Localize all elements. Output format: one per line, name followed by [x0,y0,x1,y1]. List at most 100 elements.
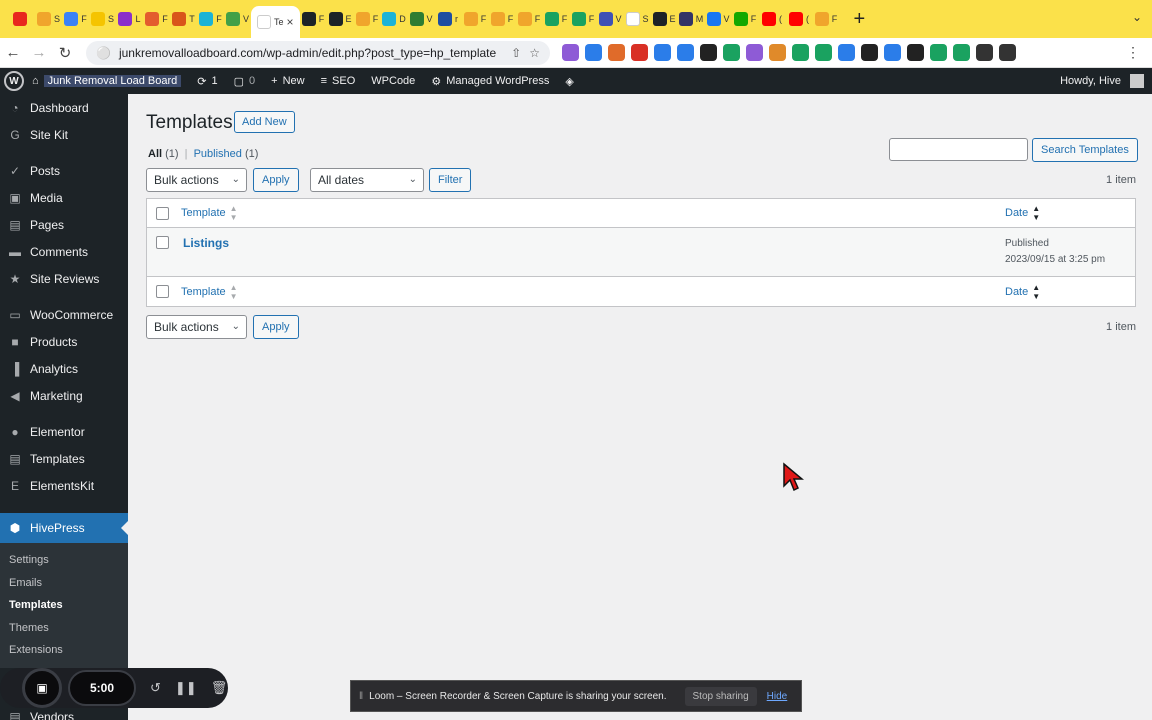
trash-icon[interactable]: 🗑 [211,680,228,696]
browser-tab[interactable]: F [570,5,597,33]
apply-button-bottom[interactable]: Apply [253,315,299,339]
browser-tab[interactable]: F [197,5,224,33]
share-icon[interactable]: ⇧ [511,46,521,60]
browser-tab[interactable]: F [354,5,381,33]
submenu-item-extensions[interactable]: Extensions [0,639,128,662]
bulk-actions-select[interactable]: Bulk actions ⌄ [146,168,247,192]
extension-icon[interactable] [999,44,1016,61]
extension-icon[interactable] [930,44,947,61]
extension-icon[interactable] [631,44,648,61]
more-menu-icon[interactable]: ⋮ [1126,44,1140,61]
submenu-item-themes[interactable]: Themes [0,617,128,640]
extension-icon[interactable] [654,44,671,61]
extension-icon[interactable] [769,44,786,61]
sidebar-item-posts[interactable]: ✓ Posts [0,157,128,184]
browser-tab[interactable]: D [381,5,408,33]
sidebar-item-marketing[interactable]: ◀ Marketing [0,382,128,409]
browser-tab[interactable]: V [705,5,732,33]
extension-icon[interactable] [677,44,694,61]
browser-tab[interactable]: T [170,5,197,33]
browser-tab[interactable]: V [224,5,251,33]
browser-tab[interactable]: F [813,5,840,33]
browser-tab[interactable]: F [462,5,489,33]
sidebar-item-media[interactable]: ▣ Media [0,184,128,211]
template-column-header[interactable]: Template ▲ ▼ [181,204,1005,222]
updates-link[interactable]: ⟳ 1 [189,68,225,94]
comments-link[interactable]: ▢ 0 [226,68,264,94]
select-all-checkbox-footer[interactable] [156,285,169,298]
extension-icon[interactable] [953,44,970,61]
sidebar-item-site-reviews[interactable]: ★ Site Reviews [0,265,128,292]
browser-tab[interactable]: F [516,5,543,33]
browser-tab[interactable]: ( [759,5,786,33]
date-column-footer[interactable]: Date ▲ ▼ [1005,283,1135,301]
browser-tab[interactable]: F [300,5,327,33]
sidebar-item-woocommerce[interactable]: ▭ WooCommerce [0,301,128,328]
filter-button[interactable]: Filter [429,168,472,192]
extension-icon[interactable] [608,44,625,61]
url-field[interactable]: ⚪ junkremovalloadboard.com/wp-admin/edit… [86,40,550,65]
search-templates-button[interactable]: Search Templates [1032,138,1138,162]
template-column-footer[interactable]: Template ▲ ▼ [181,283,1005,301]
browser-tab[interactable]: ( [786,5,813,33]
sidebar-item-comments[interactable]: ▬ Comments [0,238,128,265]
row-title-link[interactable]: Listings [183,236,229,250]
managed-wordpress-link[interactable]: ⚙ Managed WordPress [423,68,557,94]
extension-icon[interactable] [861,44,878,61]
forward-icon[interactable]: → [26,44,52,61]
sidebar-item-templates[interactable]: ▤ Templates [0,445,128,472]
site-name-link[interactable]: ⌂ Junk Removal Load Board [24,68,189,94]
bulk-actions-select-bottom[interactable]: Bulk actions ⌄ [146,315,247,339]
browser-tab[interactable]: Te × [251,6,300,38]
sidebar-item-products[interactable]: ■ Products [0,328,128,355]
browser-tab[interactable]: F [62,5,89,33]
browser-tab[interactable]: F [732,5,759,33]
browser-tab[interactable]: M [678,5,705,33]
sidebar-item-analytics[interactable]: ▐ Analytics [0,355,128,382]
extension-icon[interactable] [884,44,901,61]
camera-icon[interactable]: ▣ [22,668,62,708]
extension-icon[interactable] [976,44,993,61]
extension-icon[interactable] [562,44,579,61]
wordpress-logo-icon[interactable]: W [4,71,24,91]
apply-button[interactable]: Apply [253,168,299,192]
sidebar-item-pages[interactable]: ▤ Pages [0,211,128,238]
extension-icon[interactable] [792,44,809,61]
my-account-link[interactable]: Howdy, Hive [1052,68,1152,94]
browser-tab[interactable]: E [651,5,678,33]
select-all-checkbox[interactable] [156,206,169,220]
stop-sharing-button[interactable]: Stop sharing [684,686,757,706]
browser-tab[interactable]: r [435,5,462,33]
sidebar-item-elementor[interactable]: ● Elementor [0,418,128,445]
date-column-header[interactable]: Date ▲ ▼ [1005,204,1135,222]
back-icon[interactable]: ← [0,44,26,61]
close-tab-icon[interactable]: × [287,15,294,29]
new-tab-button[interactable]: + [854,8,866,31]
browser-tab[interactable]: E [327,5,354,33]
reload-icon[interactable]: ↻ [52,44,78,62]
browser-tab[interactable]: V [408,5,435,33]
sidebar-item-site-kit[interactable]: G Site Kit [0,121,128,148]
extension-icon[interactable] [700,44,717,61]
restart-icon[interactable]: ↺ [150,680,161,696]
browser-tab[interactable]: F [143,5,170,33]
view-all-link[interactable]: All [148,148,162,160]
diamond-link[interactable]: ◈ [557,68,581,94]
browser-tab[interactable]: S [624,5,651,33]
browser-tab[interactable]: L [116,5,143,33]
submenu-item-emails[interactable]: Emails [0,572,128,595]
extension-icon[interactable] [815,44,832,61]
site-info-icon[interactable]: ⚪ [96,46,111,60]
browser-tab[interactable]: F [489,5,516,33]
pause-icon[interactable]: ❚❚ [175,680,197,696]
chevron-down-icon[interactable]: ⌄ [1132,10,1142,24]
extension-icon[interactable] [723,44,740,61]
bookmark-star-icon[interactable]: ☆ [529,46,540,60]
browser-tab[interactable]: S [89,5,116,33]
extension-icon[interactable] [907,44,924,61]
drag-handle-icon[interactable]: ‖ [359,691,363,702]
browser-tab[interactable]: F [543,5,570,33]
hide-link[interactable]: Hide [767,691,788,702]
browser-tab[interactable] [8,5,35,33]
submenu-item-settings[interactable]: Settings [0,549,128,572]
